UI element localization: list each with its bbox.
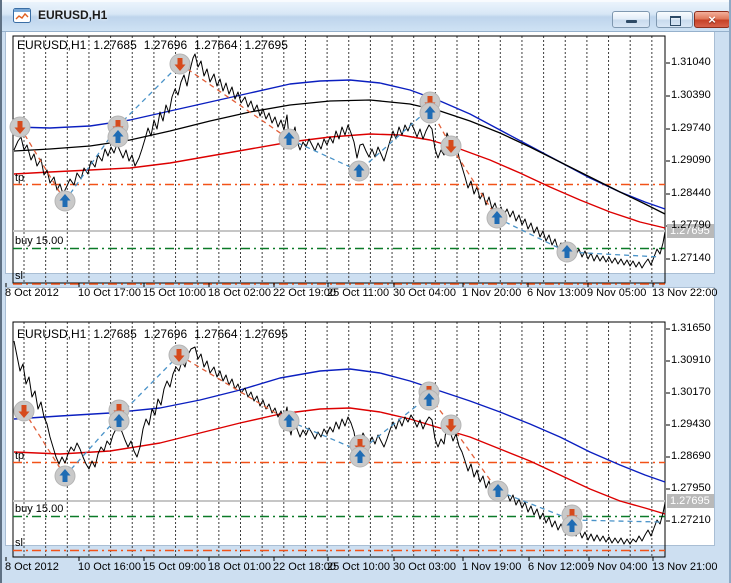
restore-button[interactable]	[656, 11, 693, 28]
window-titlebar[interactable]: EURUSD,H1 ×	[0, 0, 731, 32]
close-icon: ×	[695, 12, 729, 27]
titlebar-gloss	[0, 0, 731, 2]
restore-icon	[670, 16, 681, 26]
minimize-icon	[626, 20, 637, 23]
close-button[interactable]: ×	[694, 11, 730, 28]
candlestick-chart-icon	[13, 8, 31, 23]
chart-window: EURUSD,H11.276851.276961.276641.27695 EU…	[0, 0, 731, 583]
window-left-border	[0, 0, 2, 583]
minimize-button[interactable]	[612, 11, 650, 28]
chart-panel-top[interactable]	[6, 2, 714, 273]
chart-panel-bottom[interactable]	[6, 288, 714, 545]
window-title: EURUSD,H1	[38, 8, 107, 22]
